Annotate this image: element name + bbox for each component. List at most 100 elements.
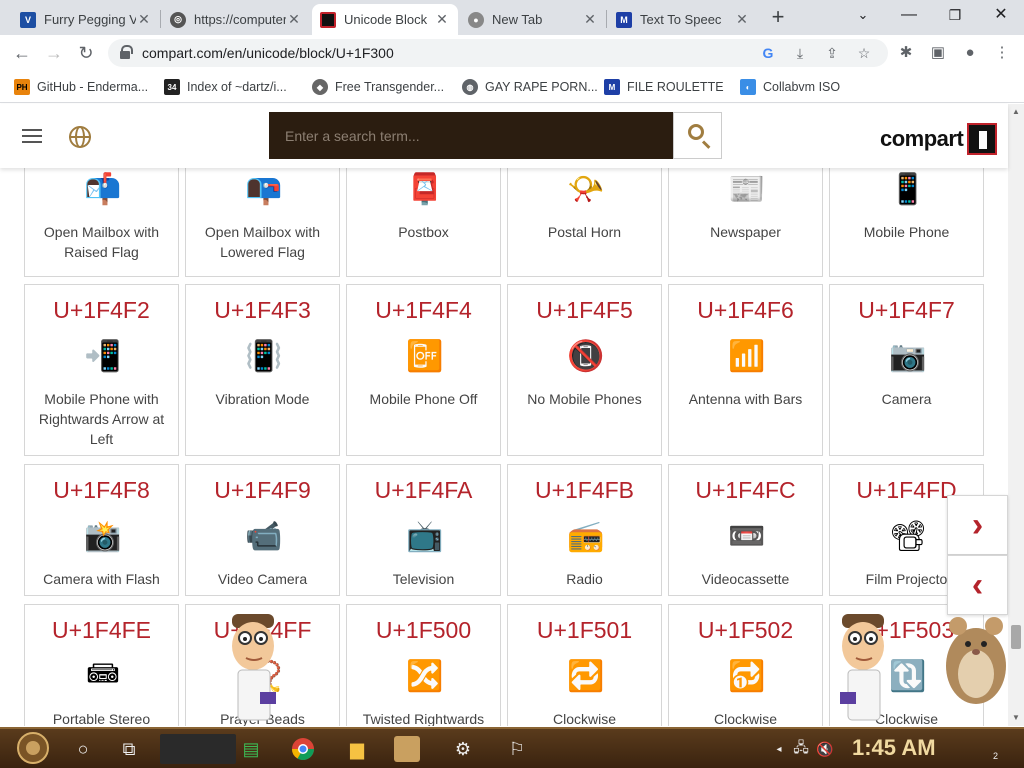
emoji-glyph-icon: 📻	[567, 519, 605, 553]
tab-2-title: https://computer	[194, 12, 286, 27]
new-tab-button[interactable]: +	[764, 4, 792, 32]
tab-search-icon[interactable]: ⌄	[840, 0, 886, 30]
app-launcher-icon[interactable]: ⚐	[502, 734, 532, 764]
character-card[interactable]: U+1F501 🔁 Clockwise	[507, 604, 662, 726]
character-card[interactable]: U+1F502 🔂 Clockwise	[668, 604, 823, 726]
character-card[interactable]: U+1F4F4 📴 Mobile Phone Off	[346, 284, 501, 456]
bookmark-file-roulette[interactable]: M FILE ROULETTE	[604, 78, 724, 96]
search-input[interactable]	[269, 112, 673, 159]
emoji-glyph-icon: 📱	[889, 172, 927, 206]
ph-icon: PH	[14, 79, 30, 95]
character-card[interactable]: U+1F4F6 📶 Antenna with Bars	[668, 284, 823, 456]
compart-logo[interactable]: compart	[880, 122, 998, 156]
volume-muted-icon[interactable]: 🔇	[810, 734, 840, 764]
character-name: Postal Horn	[547, 224, 622, 240]
notification-icon[interactable]: 2	[970, 734, 1000, 764]
reload-icon[interactable]: ↻	[72, 39, 100, 67]
back-icon[interactable]: ←	[8, 39, 36, 67]
forward-icon[interactable]: →	[40, 39, 68, 67]
close-icon[interactable]: ✕	[582, 11, 598, 28]
search-circle-icon[interactable]: ○	[68, 734, 98, 764]
close-icon[interactable]: ✕	[286, 11, 302, 28]
logo-text: compart	[880, 126, 964, 151]
emoji-glyph-icon: 🔂	[728, 659, 766, 693]
character-card[interactable]: U+1F4FB 📻 Radio	[507, 464, 662, 596]
language-globe-icon[interactable]	[69, 126, 91, 148]
character-card[interactable]: U+1F4F5 📵 No Mobile Phones	[507, 284, 662, 456]
share-icon[interactable]: ⇪	[822, 43, 842, 63]
extensions-icon[interactable]: ✱	[896, 43, 916, 63]
minimize-icon[interactable]: —	[886, 0, 932, 30]
close-icon[interactable]: ✕	[136, 11, 152, 28]
settings-gear-icon[interactable]: ⚙	[448, 734, 478, 764]
window-close-icon[interactable]: ✕	[978, 0, 1024, 30]
site-header: compart	[0, 104, 1008, 168]
search-field[interactable]	[269, 112, 673, 159]
bookmark-index[interactable]: 34 Index of ~dartz/i...	[164, 78, 287, 96]
emoji-glyph-icon: 🔀	[406, 659, 444, 693]
character-card[interactable]: 📭 Open Mailbox with Lowered Flag	[185, 161, 340, 277]
profile-icon[interactable]: ●	[960, 43, 980, 63]
character-card[interactable]: U+1F4F3 📳 Vibration Mode	[185, 284, 340, 456]
menu-icon[interactable]: ⋮	[992, 43, 1012, 63]
file-explorer-icon[interactable]: ▆	[342, 734, 372, 764]
character-card[interactable]: U+1F4F2 📲 Mobile Phone with Rightwards Arr…	[24, 284, 179, 456]
character-card[interactable]: 📬 Open Mailbox with Raised Flag	[24, 161, 179, 277]
scroll-down-icon[interactable]: ▼	[1008, 710, 1024, 726]
character-card[interactable]: 📰 Newspaper	[668, 161, 823, 277]
scroll-up-icon[interactable]: ▲	[1008, 104, 1024, 120]
bookmark-label: Index of ~dartz/i...	[187, 80, 287, 94]
character-card[interactable]: U+1F4F7 📷 Camera	[829, 284, 984, 456]
search-button[interactable]	[673, 112, 722, 159]
taskbar-clock[interactable]: 1:45 AM	[852, 735, 936, 761]
vidlii-icon: V	[20, 11, 36, 28]
task-view-icon[interactable]: ⧉	[114, 734, 144, 764]
restore-icon[interactable]: ❐	[932, 0, 978, 30]
bookmark-globe[interactable]: ◍ GAY RAPE PORN...	[462, 78, 598, 96]
character-card[interactable]: U+1F4F9 📹 Video Camera	[185, 464, 340, 596]
close-icon[interactable]: ✕	[434, 11, 450, 28]
tab-2[interactable]: ◎ https://computer ✕	[162, 4, 310, 35]
tab-4[interactable]: ● New Tab ✕	[460, 4, 606, 35]
emoji-glyph-icon: 📼	[728, 519, 766, 553]
game-app-icon[interactable]	[394, 736, 420, 762]
character-card[interactable]: U+1F4FC 📼 Videocassette	[668, 464, 823, 596]
character-card[interactable]: 📱 Mobile Phone	[829, 161, 984, 277]
bookmark-label: GAY RAPE PORN...	[485, 80, 598, 94]
address-bar[interactable]: compart.com/en/unicode/block/U+1F300 G ⤓…	[108, 39, 888, 67]
bookmark-star-icon[interactable]: ☆	[854, 43, 874, 63]
tab-3[interactable]: Unicode Block ✕	[312, 4, 458, 35]
character-card[interactable]: U+1F4FE 📾 Portable Stereo	[24, 604, 179, 726]
emoji-glyph-icon: 📳	[245, 339, 283, 373]
tab-5[interactable]: M Text To Speec ✕	[608, 4, 758, 35]
browser-toolbar: ← → ↻ compart.com/en/unicode/block/U+1F3…	[0, 35, 1024, 71]
emoji-glyph-icon: 📬	[84, 172, 122, 206]
bookmark-free-transgender[interactable]: ◆ Free Transgender...	[312, 78, 444, 96]
codepoint-label: U+1F501	[536, 617, 633, 643]
chrome-app-icon[interactable]	[288, 734, 318, 764]
taskbar-search-field[interactable]	[160, 734, 236, 764]
emoji-glyph-icon: 📭	[245, 172, 283, 206]
character-card[interactable]: 📮 Postbox	[346, 161, 501, 277]
start-button[interactable]	[12, 731, 54, 765]
hamburger-menu-icon[interactable]	[22, 129, 42, 143]
next-arrow-button[interactable]: ›	[947, 495, 1008, 555]
codepoint-label: U+1F4FB	[534, 477, 635, 503]
character-card[interactable]: U+1F4FA 📺 Television	[346, 464, 501, 596]
install-icon[interactable]: ⤓	[790, 43, 810, 63]
side-panel-icon[interactable]: ▣	[928, 43, 948, 63]
close-icon[interactable]: ✕	[734, 11, 750, 28]
bookmark-github[interactable]: PH GitHub - Enderma...	[14, 78, 148, 96]
sheets-app-icon[interactable]: ▤	[236, 734, 266, 764]
tab-separator	[160, 10, 161, 28]
bookmark-collabvm[interactable]: ◐ Collabvm ISO	[740, 78, 840, 96]
character-card[interactable]: 📯 Postal Horn	[507, 161, 662, 277]
emoji-glyph-icon: 📺	[406, 519, 444, 553]
tab-1[interactable]: V Furry Pegging Vi ✕	[12, 4, 160, 35]
bookmark-label: GitHub - Enderma...	[37, 80, 149, 94]
tab-3-title: Unicode Block	[344, 12, 428, 27]
google-translate-icon[interactable]: G	[758, 43, 778, 63]
compart-icon	[320, 11, 336, 28]
character-card[interactable]: U+1F4F8 📸 Camera with Flash	[24, 464, 179, 596]
character-card[interactable]: U+1F500 🔀 Twisted Rightwards	[346, 604, 501, 726]
